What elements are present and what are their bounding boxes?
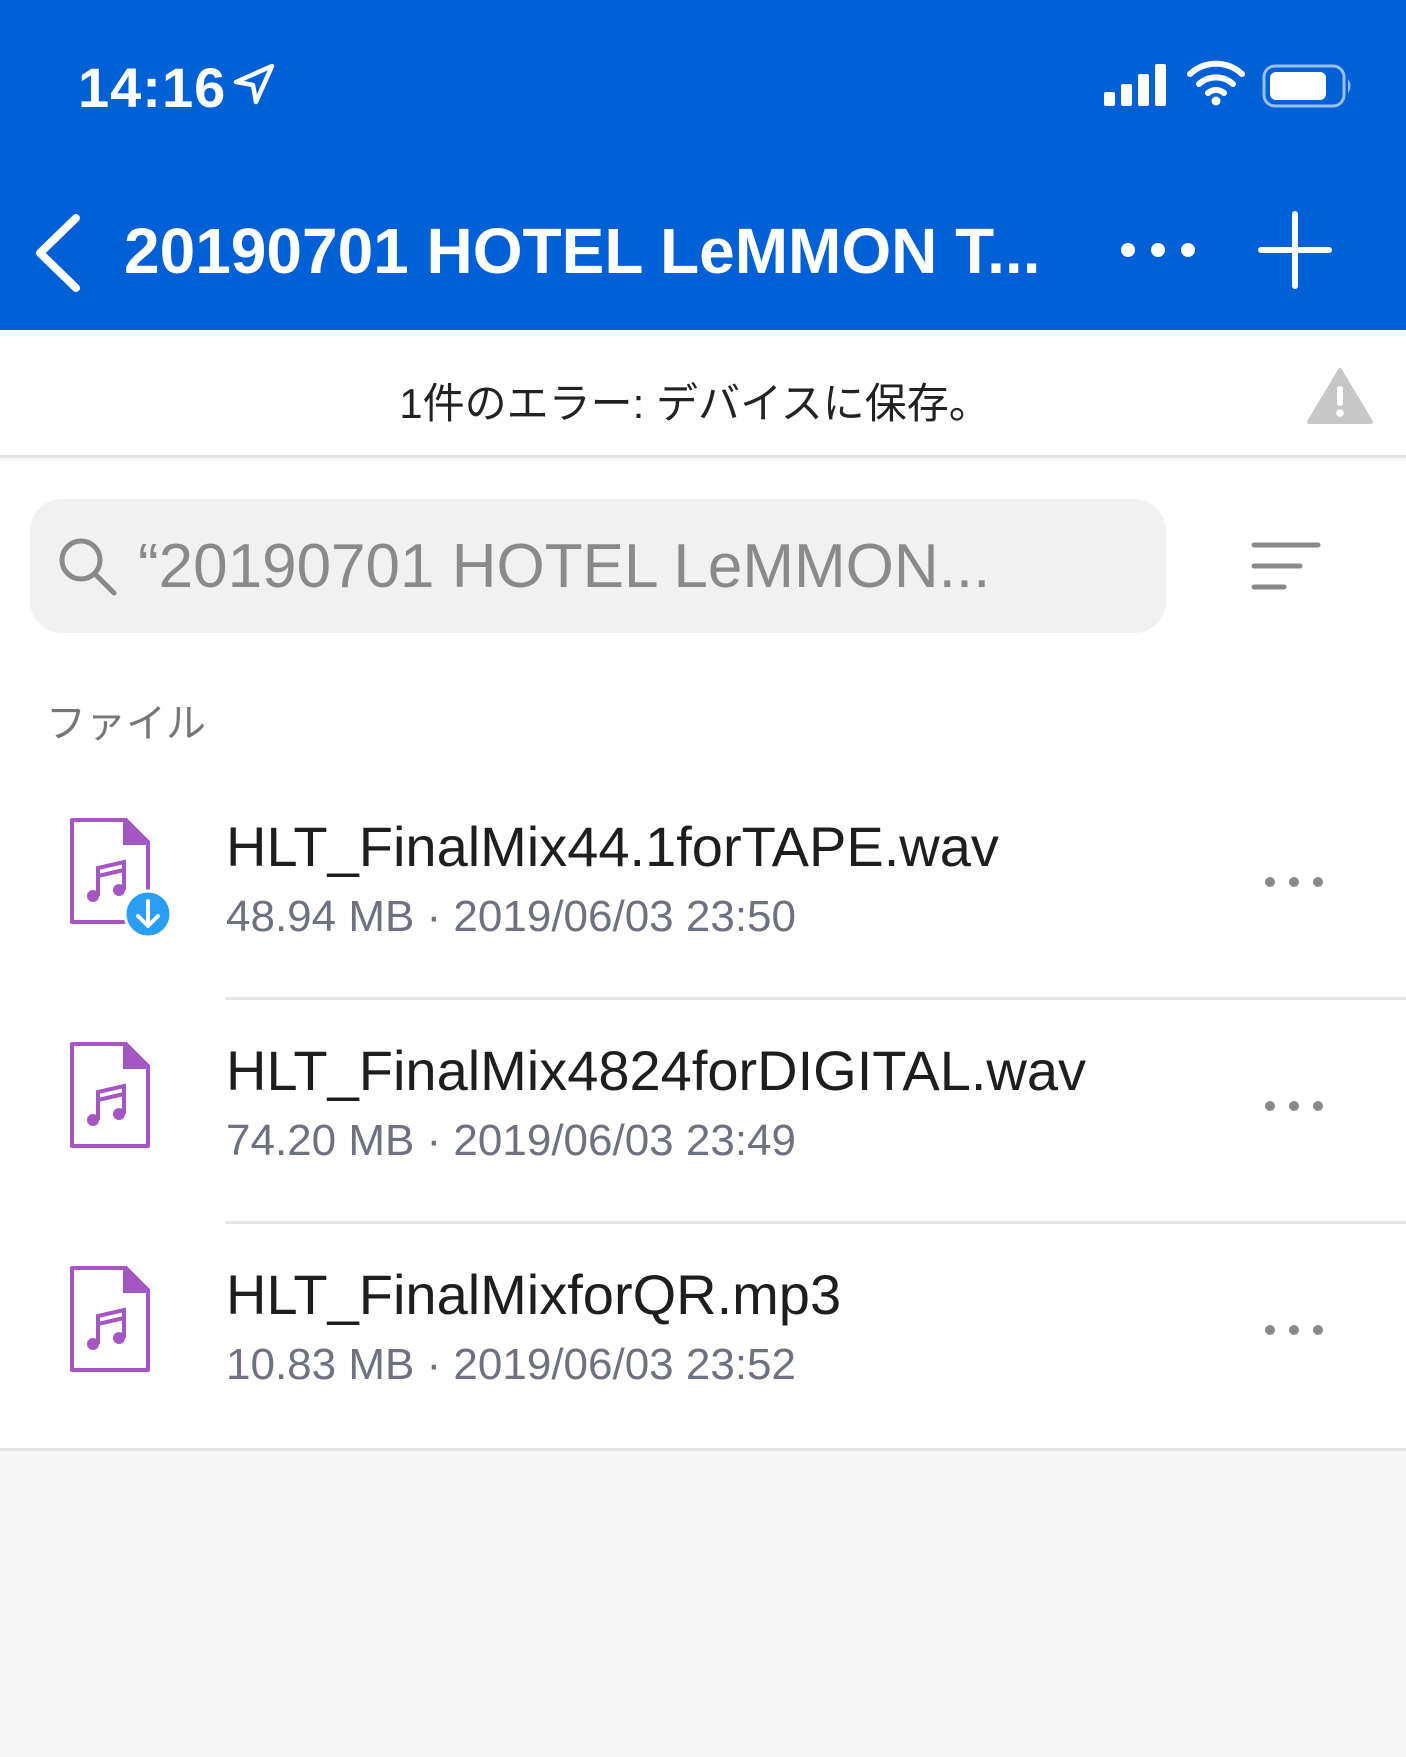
file-meta: 48.94 MB · 2019/06/03 23:50: [226, 892, 796, 941]
more-horizontal-icon[interactable]: [1262, 1094, 1326, 1118]
battery-icon: [1262, 64, 1351, 108]
error-message: 1件のエラー: デバイスに保存。: [399, 380, 991, 427]
file-name: HLT_FinalMix4824forDIGITAL.wav: [226, 1039, 1086, 1102]
audio-file-icon: [70, 1266, 150, 1372]
search-icon: [59, 538, 117, 596]
file-name: HLT_FinalMix44.1forTAPE.wav: [226, 815, 999, 878]
error-banner[interactable]: 1件のエラー: デバイスに保存。: [0, 330, 1406, 458]
section-label-files: ファイル: [46, 702, 206, 746]
file-row[interactable]: HLT_FinalMix44.1forTAPE.wav 48.94 MB · 2…: [0, 776, 1406, 1000]
cellular-signal-icon: [1104, 64, 1166, 106]
file-meta: 74.20 MB · 2019/06/03 23:49: [226, 1116, 796, 1165]
more-horizontal-icon[interactable]: [1118, 230, 1198, 270]
status-time: 14:16: [78, 56, 227, 119]
sort-icon[interactable]: [1250, 539, 1322, 593]
more-horizontal-icon[interactable]: [1262, 870, 1326, 894]
warning-triangle-icon: [1307, 368, 1373, 424]
file-name: HLT_FinalMixforQR.mp3: [226, 1263, 842, 1326]
plus-icon[interactable]: [1258, 210, 1332, 290]
chevron-left-icon[interactable]: [30, 210, 86, 296]
more-horizontal-icon[interactable]: [1262, 1318, 1326, 1342]
file-row[interactable]: HLT_FinalMixforQR.mp3 10.83 MB · 2019/06…: [0, 1224, 1406, 1448]
search-bar[interactable]: [30, 499, 1166, 633]
search-input[interactable]: [138, 499, 1138, 633]
status-bar: 14:16: [0, 0, 1406, 170]
audio-file-icon: [70, 1042, 150, 1148]
wifi-icon: [1187, 60, 1245, 106]
nav-bar: 20190701 HOTEL LeMMON T...: [0, 190, 1406, 310]
audio-file-icon: [70, 818, 173, 939]
folder-title: 20190701 HOTEL LeMMON T...: [124, 215, 1041, 287]
file-row[interactable]: HLT_FinalMix4824forDIGITAL.wav 74.20 MB …: [0, 1000, 1406, 1224]
app-header: 14:16 20190701 HOTEL LeMMON T...: [0, 0, 1406, 330]
location-arrow-icon: [233, 63, 275, 105]
file-meta: 10.83 MB · 2019/06/03 23:52: [226, 1340, 796, 1389]
file-list-area: ファイル HLT_FinalMix44.1forTAPE.wav 48.94 M…: [0, 461, 1406, 1451]
